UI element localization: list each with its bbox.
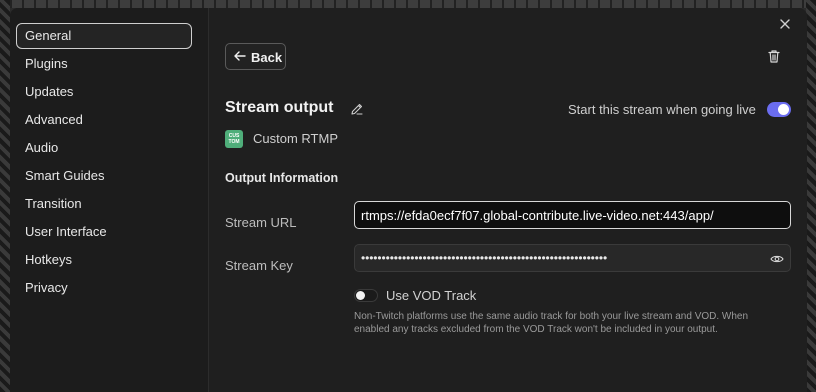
background-pattern-right bbox=[806, 0, 816, 392]
sidebar-item-general[interactable]: General bbox=[16, 23, 192, 49]
custom-rtmp-logo: CUS TOM bbox=[225, 130, 243, 148]
output-section-heading: Output Information bbox=[225, 171, 339, 185]
sidebar-item-user-interface[interactable]: User Interface bbox=[16, 219, 192, 245]
background-pattern-left bbox=[0, 0, 10, 392]
back-button-label: Back bbox=[251, 50, 283, 65]
eye-icon[interactable] bbox=[770, 252, 784, 266]
back-button[interactable]: Back bbox=[225, 43, 286, 70]
sidebar-item-smart-guides[interactable]: Smart Guides bbox=[16, 163, 192, 189]
toggle-knob bbox=[778, 104, 789, 115]
settings-main-panel: Back Stream output Start this stream whe… bbox=[209, 8, 807, 392]
stream-url-input[interactable] bbox=[354, 201, 791, 229]
sidebar-item-transition[interactable]: Transition bbox=[16, 191, 192, 217]
sidebar-item-updates[interactable]: Updates bbox=[16, 79, 192, 105]
stream-key-masked-value: ••••••••••••••••••••••••••••••••••••••••… bbox=[361, 251, 608, 265]
go-live-label: Start this stream when going live bbox=[568, 102, 756, 117]
sidebar-item-audio[interactable]: Audio bbox=[16, 135, 192, 161]
sidebar-item-advanced[interactable]: Advanced bbox=[16, 107, 192, 133]
sidebar-item-plugins[interactable]: Plugins bbox=[16, 51, 192, 77]
stream-url-label: Stream URL bbox=[225, 215, 297, 230]
vod-track-toggle[interactable] bbox=[354, 289, 378, 302]
stream-key-input[interactable]: ••••••••••••••••••••••••••••••••••••••••… bbox=[354, 244, 791, 272]
sidebar-item-privacy[interactable]: Privacy bbox=[16, 275, 192, 301]
background-pattern-top bbox=[0, 0, 816, 8]
vod-track-label: Use VOD Track bbox=[386, 288, 477, 303]
sidebar-item-hotkeys[interactable]: Hotkeys bbox=[16, 247, 192, 273]
toggle-knob bbox=[356, 291, 365, 300]
close-icon[interactable] bbox=[777, 16, 793, 32]
settings-modal: General Plugins Updates Advanced Audio S… bbox=[10, 8, 807, 392]
stream-key-label: Stream Key bbox=[225, 258, 293, 273]
stream-title: Stream output bbox=[225, 99, 334, 116]
pencil-edit-icon[interactable] bbox=[350, 102, 364, 116]
trash-icon[interactable] bbox=[767, 49, 781, 64]
go-live-toggle[interactable] bbox=[767, 102, 791, 117]
arrow-left-icon bbox=[233, 49, 247, 66]
provider-name: Custom RTMP bbox=[253, 131, 338, 146]
settings-sidebar: General Plugins Updates Advanced Audio S… bbox=[10, 8, 209, 392]
vod-track-help-text: Non-Twitch platforms use the same audio … bbox=[354, 311, 749, 335]
